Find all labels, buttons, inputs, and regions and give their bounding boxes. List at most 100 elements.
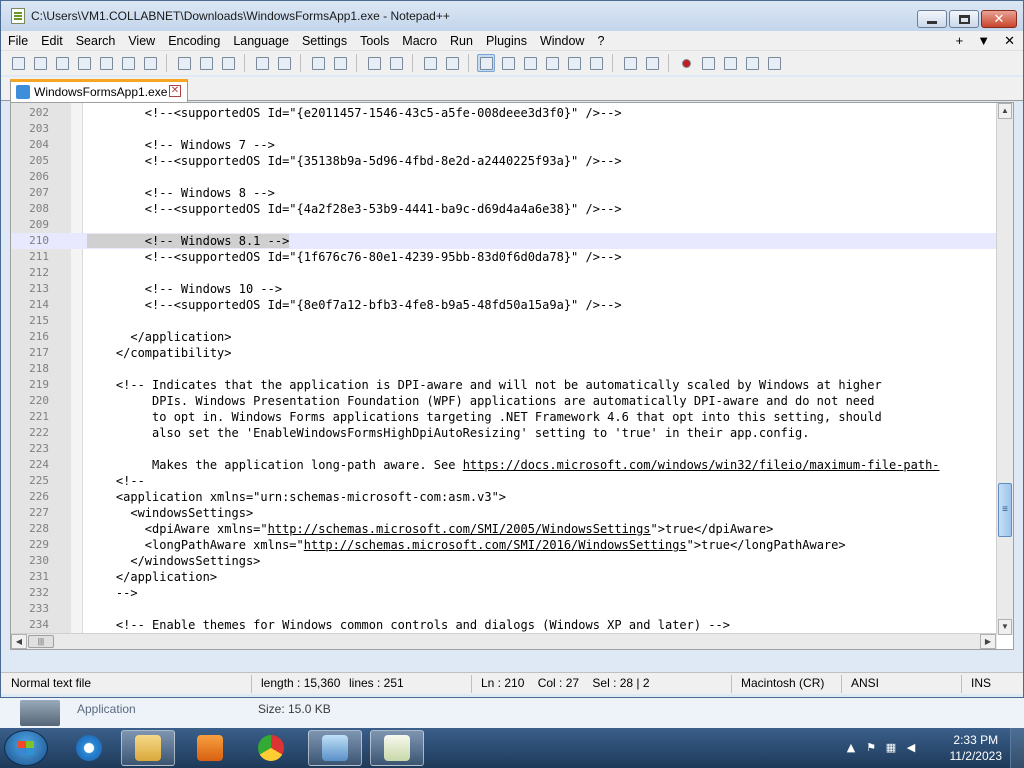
menu-window[interactable]: Window — [533, 34, 590, 48]
editor-line[interactable]: 203 — [11, 121, 997, 137]
volume-icon[interactable]: ◀ — [904, 741, 918, 755]
tab-close-icon[interactable]: ✕ — [169, 85, 181, 97]
close-window-button[interactable]: ✕ — [981, 10, 1017, 28]
start-button[interactable] — [4, 730, 48, 766]
status-eol[interactable]: Macintosh (CR) — [741, 676, 824, 690]
editor-line[interactable]: 213 <!-- Windows 10 --> — [11, 281, 997, 297]
run-macro-multiple-button[interactable] — [743, 54, 761, 72]
vertical-scroll-thumb[interactable]: ≡ — [998, 483, 1012, 537]
editor-line[interactable]: 208 <!--<supportedOS Id="{4a2f28e3-53b9-… — [11, 201, 997, 217]
taskbar-file-explorer[interactable] — [121, 730, 175, 766]
monitoring-button[interactable] — [643, 54, 661, 72]
indent-guide-button[interactable] — [521, 54, 539, 72]
menu-macro[interactable]: Macro — [395, 34, 443, 48]
zoom-in-button[interactable] — [365, 54, 383, 72]
editor-line[interactable]: 215 — [11, 313, 997, 329]
editor-line[interactable]: 234 <!-- Enable themes for Windows commo… — [11, 617, 997, 633]
save-all-button[interactable] — [75, 54, 93, 72]
word-wrap-button[interactable] — [477, 54, 495, 72]
record-macro-button[interactable] — [677, 54, 695, 72]
menu-tools[interactable]: Tools — [353, 34, 395, 48]
sync-vertical-button[interactable] — [421, 54, 439, 72]
doc-map-button[interactable] — [565, 54, 583, 72]
menu-file[interactable]: File — [1, 34, 34, 48]
show-all-chars-button[interactable] — [499, 54, 517, 72]
udl-button[interactable] — [543, 54, 561, 72]
editor-line[interactable]: 223 — [11, 441, 997, 457]
menu-settings[interactable]: Settings — [295, 34, 353, 48]
menu-edit[interactable]: Edit — [34, 34, 69, 48]
editor-line[interactable]: 227 <windowsSettings> — [11, 505, 997, 521]
editor-line[interactable]: 207 <!-- Windows 8 --> — [11, 185, 997, 201]
code-link[interactable]: https://docs.microsoft.com/windows/win32… — [463, 458, 940, 472]
close-button[interactable] — [97, 54, 115, 72]
stop-macro-button[interactable] — [699, 54, 717, 72]
scroll-left-button[interactable]: ◀ — [11, 634, 27, 649]
taskbar-internet-explorer[interactable] — [62, 730, 116, 766]
notepad-app-icon[interactable] — [11, 8, 25, 24]
function-list-button[interactable] — [587, 54, 605, 72]
vertical-scrollbar[interactable]: ▲ ≡ ▼ — [996, 103, 1013, 635]
taskbar-media-player[interactable] — [183, 730, 237, 766]
paste-button[interactable] — [219, 54, 237, 72]
find-button[interactable] — [309, 54, 327, 72]
editor-line[interactable]: 218 — [11, 361, 997, 377]
editor-line[interactable]: 209 — [11, 217, 997, 233]
menu-run[interactable]: Run — [443, 34, 479, 48]
editor-line[interactable]: 217 </compatibility> — [11, 345, 997, 361]
clock[interactable]: 2:33 PM 11/2/2023 — [950, 732, 1003, 764]
replace-button[interactable] — [331, 54, 349, 72]
menu-search[interactable]: Search — [69, 34, 122, 48]
editor-line[interactable]: 225 <!-- — [11, 473, 997, 489]
editor-line[interactable]: 222 also set the 'EnableWindowsFormsHigh… — [11, 425, 997, 441]
play-macro-button[interactable] — [721, 54, 739, 72]
status-insert-mode[interactable]: INS — [971, 676, 991, 690]
sync-horizontal-button[interactable] — [443, 54, 461, 72]
editor-line[interactable]: 206 — [11, 169, 997, 185]
editor-line[interactable]: 224 Makes the application long-path awar… — [11, 457, 997, 473]
tab-windowsformsapp1[interactable]: WindowsFormsApp1.exe ✕ — [10, 79, 188, 102]
scroll-right-button[interactable]: ▶ — [980, 634, 996, 649]
menu-plugins[interactable]: Plugins — [479, 34, 533, 48]
editor-line[interactable]: 211 <!--<supportedOS Id="{1f676c76-80e1-… — [11, 249, 997, 265]
save-macro-button[interactable] — [765, 54, 783, 72]
maximize-button[interactable] — [949, 10, 979, 28]
editor-line[interactable]: 210 <!-- Windows 8.1 --> — [11, 233, 997, 249]
show-hidden-icons-icon[interactable]: ▲ — [844, 741, 858, 755]
scroll-down-button[interactable]: ▼ — [998, 619, 1012, 635]
editor-line[interactable]: 220 DPIs. Windows Presentation Foundatio… — [11, 393, 997, 409]
action-center-icon[interactable]: ⚑ — [864, 741, 878, 755]
print-button[interactable] — [141, 54, 159, 72]
zoom-out-button[interactable] — [387, 54, 405, 72]
scroll-up-button[interactable]: ▲ — [998, 103, 1012, 119]
close-doc-icon[interactable]: ✕ — [1004, 33, 1015, 49]
editor-line[interactable]: 221 to opt in. Windows Forms application… — [11, 409, 997, 425]
new-tab-icon[interactable]: + — [956, 33, 964, 49]
cut-button[interactable] — [175, 54, 193, 72]
network-icon[interactable]: ▦ — [884, 741, 898, 755]
editor-line[interactable]: 212 — [11, 265, 997, 281]
editor-line[interactable]: 205 <!--<supportedOS Id="{35138b9a-5d96-… — [11, 153, 997, 169]
editor-line[interactable]: 229 <longPathAware xmlns="http://schemas… — [11, 537, 997, 553]
editor-line[interactable]: 228 <dpiAware xmlns="http://schemas.micr… — [11, 521, 997, 537]
tab-list-icon[interactable]: ▼ — [977, 33, 990, 49]
taskbar-notepad-plus-plus[interactable] — [370, 730, 424, 766]
close-all-button[interactable] — [119, 54, 137, 72]
code-link[interactable]: http://schemas.microsoft.com/SMI/2005/Wi… — [268, 522, 651, 536]
editor-line[interactable]: 204 <!-- Windows 7 --> — [11, 137, 997, 153]
menu-view[interactable]: View — [121, 34, 161, 48]
editor-line[interactable]: 202 <!--<supportedOS Id="{e2011457-1546-… — [11, 105, 997, 121]
editor-line[interactable]: 233 — [11, 601, 997, 617]
show-desktop-button[interactable] — [1010, 728, 1024, 768]
text-editor[interactable]: 202 <!--<supportedOS Id="{e2011457-1546-… — [10, 102, 1014, 650]
editor-line[interactable]: 219 <!-- Indicates that the application … — [11, 377, 997, 393]
editor-line[interactable]: 226 <application xmlns="urn:schemas-micr… — [11, 489, 997, 505]
new-file-button[interactable] — [9, 54, 27, 72]
editor-line[interactable]: 230 </windowsSettings> — [11, 553, 997, 569]
menu-encoding[interactable]: Encoding — [161, 34, 226, 48]
minimize-button[interactable] — [917, 10, 947, 28]
copy-button[interactable] — [197, 54, 215, 72]
editor-line[interactable]: 214 <!--<supportedOS Id="{8e0f7a12-bfb3-… — [11, 297, 997, 313]
menu-language[interactable]: Language — [226, 34, 295, 48]
editor-line[interactable]: 216 </application> — [11, 329, 997, 345]
